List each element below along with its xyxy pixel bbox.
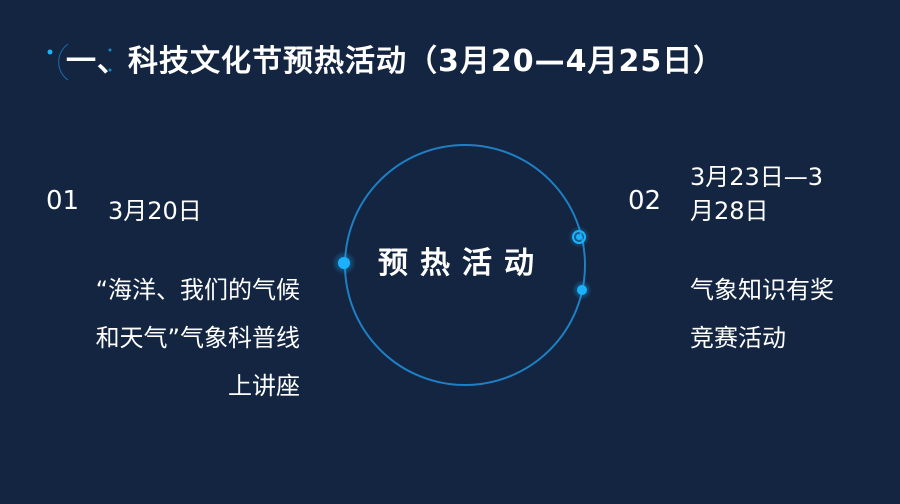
- page-title: 一、科技文化节预热活动（3月20—4月25日）: [66, 44, 725, 79]
- item-date-2: 3月23日—3月28日: [690, 163, 824, 225]
- center-label: 预热活动: [378, 246, 546, 281]
- item-description-2: 气象知识有奖竞赛活动: [690, 276, 834, 352]
- item-date-1: 3月20日: [108, 197, 202, 225]
- item-number-2: 02: [628, 186, 662, 216]
- ring-dot-lower-right: [577, 285, 587, 295]
- slide: 一、科技文化节预热活动（3月20—4月25日） 01 3月20日 “海洋、我们的…: [0, 0, 900, 504]
- item-description-1: “海洋、我们的气候和天气”气象科普线上讲座: [95, 276, 300, 400]
- item-number-1: 01: [46, 186, 80, 216]
